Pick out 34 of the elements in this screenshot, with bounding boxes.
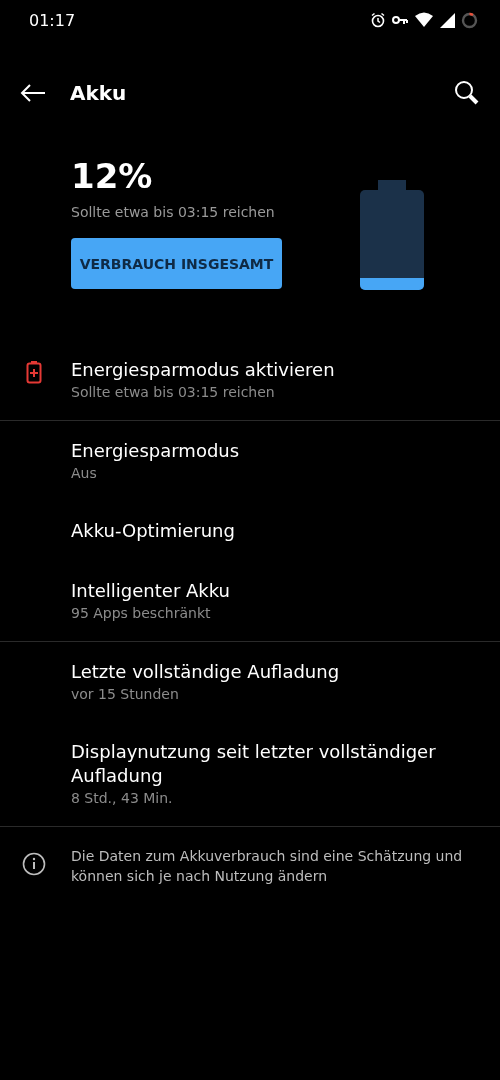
item-summary: 8 Std., 43 Min. — [71, 789, 174, 808]
item-title: Intelligenter Akku — [71, 579, 232, 603]
wifi-icon — [414, 12, 434, 28]
battery-ring-icon — [461, 11, 478, 29]
search-button[interactable] — [454, 80, 480, 106]
total-usage-button[interactable]: VERBRAUCH INSGESAMT — [71, 238, 282, 289]
battery-plus-icon — [26, 360, 42, 384]
item-summary: vor 15 Stunden — [71, 685, 180, 704]
signal-icon — [440, 12, 455, 28]
status-time: 01:17 — [29, 10, 76, 30]
screen-title: Akku — [70, 81, 128, 105]
search-icon — [454, 80, 480, 106]
settings-item[interactable]: Displaynutzung seit letzter vollständiger Aufladung 8 Std., 43 Min. — [0, 722, 500, 826]
battery-percent: 12% — [71, 156, 153, 196]
key-icon — [392, 15, 408, 25]
item-summary: Aus — [71, 464, 98, 483]
item-title: Energiesparmodus — [71, 439, 241, 463]
back-button[interactable] — [20, 83, 46, 103]
settings-item[interactable]: Intelligenter Akku 95 Apps beschränkt — [0, 561, 500, 641]
settings-item[interactable]: Akku-Optimierung — [0, 501, 500, 561]
settings-item[interactable]: Energiesparmodus aktivieren Sollte etwa bis 03:15 reichen — [0, 340, 500, 420]
item-title: Letzte vollständige Aufladung — [71, 660, 341, 684]
item-summary: 95 Apps beschränkt — [71, 604, 212, 623]
settings-item[interactable]: Energiesparmodus Aus — [0, 421, 500, 501]
item-title: Displaynutzung seit letzter vollständiger Aufladung — [71, 740, 437, 788]
item-summary: Sollte etwa bis 03:15 reichen — [71, 383, 276, 402]
alarm-icon — [370, 12, 386, 28]
info-icon — [22, 852, 46, 876]
settings-item[interactable]: Letzte vollständige Aufladung vor 15 Stunden — [0, 642, 500, 722]
item-title: Akku-Optimierung — [71, 519, 236, 543]
back-arrow-icon — [20, 83, 46, 103]
item-title: Energiesparmodus aktivieren — [71, 358, 336, 382]
estimate-text: Sollte etwa bis 03:15 reichen — [71, 204, 275, 220]
info-text: Die Daten zum Akkuverbrauch sind eine Schätzung und können sich je nach Nutzung ändern — [71, 847, 464, 886]
